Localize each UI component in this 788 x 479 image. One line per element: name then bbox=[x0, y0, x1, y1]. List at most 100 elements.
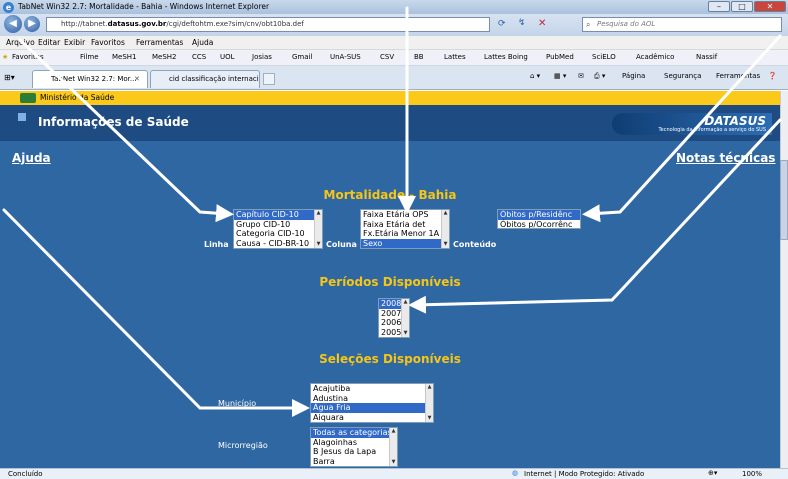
periods-select[interactable]: 2008 2007 2006 2005 ▲ ▼ bbox=[378, 298, 410, 338]
list-item[interactable]: Aiquara bbox=[311, 413, 433, 423]
scroll-up-icon[interactable]: ▲ bbox=[402, 299, 409, 306]
conteudo-select[interactable]: Óbitos p/Residênc Óbitos p/Ocorrênc bbox=[497, 209, 581, 229]
list-scrollbar[interactable]: ▲ ▼ bbox=[314, 210, 322, 248]
tab-tabnet[interactable]: TabNet Win32 2.7: Mor... bbox=[32, 70, 148, 88]
search-input[interactable]: Pesquisa do AOL bbox=[582, 17, 782, 32]
fav-pubmed[interactable]: PubMed bbox=[546, 53, 574, 61]
fav-mesh1[interactable]: MeSH1 bbox=[112, 53, 137, 61]
fav-nassif[interactable]: Nassif bbox=[696, 53, 717, 61]
feeds-icon[interactable]: ▦ ▾ bbox=[554, 72, 566, 80]
close-window-button[interactable]: ✕ bbox=[754, 1, 786, 12]
list-item[interactable]: Categoria CID-10 bbox=[234, 229, 322, 239]
security-zone: Internet | Modo Protegido: Ativado bbox=[524, 470, 645, 478]
new-tab-button[interactable] bbox=[263, 73, 275, 85]
list-scrollbar[interactable]: ▲ ▼ bbox=[401, 299, 409, 337]
linha-select[interactable]: Capítulo CID-10 Grupo CID-10 Categoria C… bbox=[233, 209, 323, 249]
fav-josias[interactable]: Josias bbox=[252, 53, 272, 61]
list-item[interactable]: Causa - CID-BR-10 bbox=[234, 239, 322, 249]
favorites-button[interactable]: Favoritos bbox=[12, 53, 44, 61]
periods-heading: Períodos Disponíveis bbox=[319, 275, 461, 289]
stop-icon[interactable]: ✕ bbox=[538, 18, 546, 29]
list-item[interactable]: Fx.Etária Menor 1A bbox=[361, 229, 449, 239]
coluna-select[interactable]: Faixa Etária OPS Faixa Etária det Fx.Etá… bbox=[360, 209, 450, 249]
fav-academico[interactable]: Acadêmico bbox=[636, 53, 674, 61]
zoom-level[interactable]: 100% bbox=[742, 470, 762, 478]
page-menu[interactable]: Página bbox=[622, 72, 645, 80]
mail-icon[interactable]: ✉ bbox=[578, 72, 584, 80]
protected-mode-icon[interactable]: ⊕▾ bbox=[708, 469, 717, 477]
scroll-up-icon[interactable]: ▲ bbox=[315, 210, 322, 217]
menu-exibir[interactable]: Exibir bbox=[64, 38, 85, 47]
scroll-up-icon[interactable]: ▲ bbox=[426, 384, 433, 391]
list-item[interactable]: Acajutiba bbox=[311, 384, 433, 394]
refresh-icon[interactable]: ⟳ bbox=[498, 19, 506, 29]
technical-notes-link[interactable]: Notas técnicas bbox=[676, 151, 775, 165]
print-icon[interactable]: ⎙ ▾ bbox=[594, 72, 605, 81]
list-scrollbar[interactable]: ▲ ▼ bbox=[389, 428, 397, 466]
municipio-select[interactable]: Acajutiba Adustina Água Fria Aiquara ▲ ▼ bbox=[310, 383, 434, 423]
fav-uol[interactable]: UOL bbox=[220, 53, 235, 61]
fav-bb[interactable]: BB bbox=[414, 53, 424, 61]
scroll-up-icon[interactable]: ▲ bbox=[442, 210, 449, 217]
url-input[interactable]: http://tabnet.datasus.gov.br/cgi/deftoht… bbox=[46, 17, 490, 32]
list-scrollbar[interactable]: ▲ ▼ bbox=[425, 384, 433, 422]
forward-button[interactable]: ▶ bbox=[24, 16, 40, 32]
home-icon[interactable]: ⌂ ▾ bbox=[530, 72, 540, 80]
list-scrollbar[interactable]: ▲ ▼ bbox=[441, 210, 449, 248]
menu-ferramentas[interactable]: Ferramentas bbox=[136, 38, 183, 47]
page-scrollbar-thumb[interactable] bbox=[780, 160, 788, 240]
page-scrollbar[interactable] bbox=[780, 91, 788, 468]
list-item[interactable]: Adustina bbox=[311, 394, 433, 404]
menu-editar[interactable]: Editar bbox=[38, 38, 60, 47]
tab-list-icon[interactable]: ⊞▾ bbox=[4, 73, 15, 82]
scroll-down-icon[interactable]: ▼ bbox=[315, 241, 322, 248]
fav-csv[interactable]: CSV bbox=[380, 53, 394, 61]
list-item[interactable]: Sexo bbox=[361, 238, 449, 248]
fav-lattes[interactable]: Lattes bbox=[444, 53, 466, 61]
tab-cid[interactable]: cid classificação internacio... bbox=[150, 70, 260, 88]
list-item[interactable]: Todas as categorias bbox=[311, 428, 397, 438]
fav-gmail[interactable]: Gmail bbox=[292, 53, 312, 61]
scroll-down-icon[interactable]: ▼ bbox=[442, 241, 449, 248]
close-tab-icon[interactable]: ✕ bbox=[134, 75, 140, 83]
list-item[interactable]: B Jesus da Lapa bbox=[311, 447, 397, 457]
list-item[interactable]: Faixa Etária det bbox=[361, 220, 449, 230]
list-item[interactable]: Água Fria bbox=[311, 403, 433, 413]
globe-icon: ◍ bbox=[512, 469, 519, 477]
scroll-down-icon[interactable]: ▼ bbox=[426, 415, 433, 422]
help-icon[interactable]: ❓ bbox=[768, 72, 777, 80]
fav-filme[interactable]: Filme bbox=[80, 53, 99, 61]
back-button[interactable]: ◀ bbox=[4, 15, 22, 33]
menu-ajuda[interactable]: Ajuda bbox=[192, 38, 213, 47]
datasus-logo[interactable]: DATASUS Tecnologia da Informação a servi… bbox=[612, 113, 772, 135]
scroll-up-icon[interactable]: ▲ bbox=[390, 428, 397, 435]
list-item[interactable]: Óbitos p/Ocorrênc bbox=[498, 220, 580, 229]
fav-scielo[interactable]: SciELO bbox=[592, 53, 616, 61]
ministry-label: Ministério da Saúde bbox=[40, 93, 115, 102]
scroll-down-icon[interactable]: ▼ bbox=[390, 459, 397, 466]
menu-arquivo[interactable]: Arquivo bbox=[6, 38, 35, 47]
microrregiao-select[interactable]: Todas as categorias Alagoinhas B Jesus d… bbox=[310, 427, 398, 467]
search-icon: ⌕ bbox=[586, 20, 591, 29]
list-item[interactable]: Grupo CID-10 bbox=[234, 220, 322, 230]
menu-favoritos[interactable]: Favoritos bbox=[91, 38, 125, 47]
list-item[interactable]: Alagoinhas bbox=[311, 438, 397, 448]
ie-logo-icon: e bbox=[3, 2, 14, 13]
fav-ccs[interactable]: CCS bbox=[192, 53, 206, 61]
list-item[interactable]: Óbitos p/Residênc bbox=[498, 210, 580, 220]
fav-unasus[interactable]: UnA-SUS bbox=[330, 53, 361, 61]
site-header: Informações de Saúde DATASUS Tecnologia … bbox=[0, 105, 780, 141]
rss-icon[interactable]: ↯ bbox=[518, 18, 526, 28]
list-item[interactable]: Capítulo CID-10 bbox=[234, 210, 322, 220]
fav-lattes-boing[interactable]: Lattes Boing bbox=[484, 53, 528, 61]
list-item[interactable]: Barra bbox=[311, 457, 397, 467]
fav-mesh2[interactable]: MeSH2 bbox=[152, 53, 177, 61]
list-item[interactable]: Faixa Etária OPS bbox=[361, 210, 449, 220]
conteudo-label: Conteúdo bbox=[453, 240, 497, 249]
help-link[interactable]: Ajuda bbox=[12, 151, 51, 165]
maximize-button[interactable]: □ bbox=[731, 1, 753, 12]
scroll-down-icon[interactable]: ▼ bbox=[402, 330, 409, 337]
minimize-button[interactable]: – bbox=[708, 1, 730, 12]
tools-menu[interactable]: Ferramentas bbox=[716, 72, 760, 80]
security-menu[interactable]: Segurança bbox=[664, 72, 701, 80]
